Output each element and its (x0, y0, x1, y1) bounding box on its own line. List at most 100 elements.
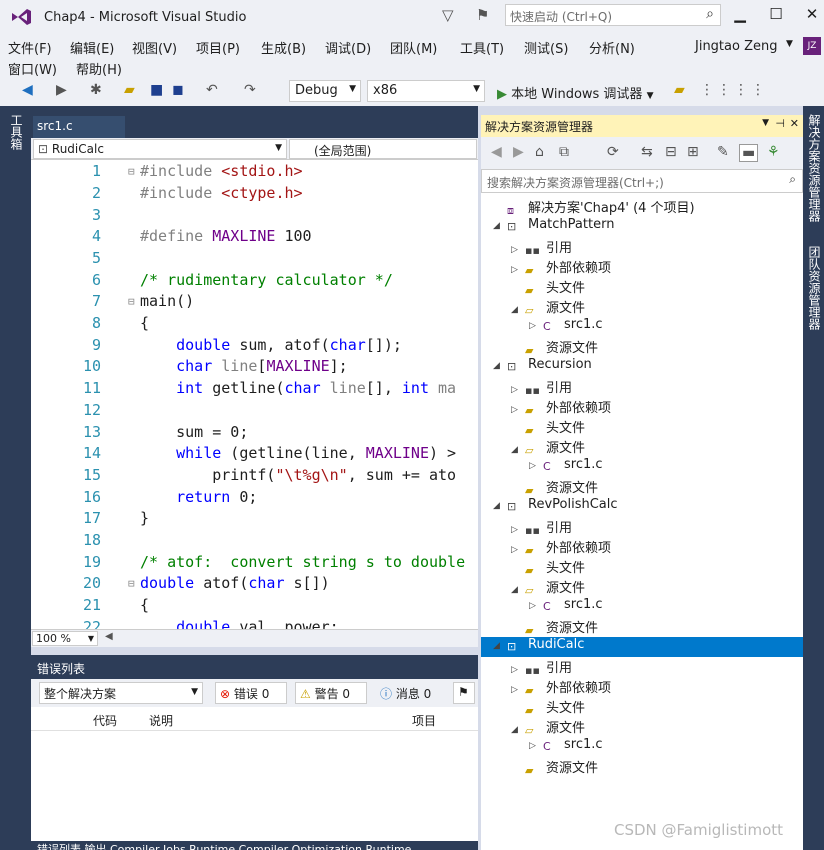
expand-icon[interactable]: ▷ (511, 665, 525, 675)
src1-c-node[interactable]: ▷ Csrc1.c (529, 317, 603, 337)
back-icon[interactable]: ◀ (491, 144, 502, 160)
warnings-filter-button[interactable]: ⚠ 警告 0 (295, 682, 367, 704)
error-scope-select[interactable]: 整个解决方案 ▼ (39, 682, 203, 704)
expand-icon[interactable]: ▷ (529, 461, 543, 471)
zoom-select[interactable]: 100 % ▼ (32, 631, 98, 646)
expand-icon[interactable]: ▷ (511, 245, 525, 255)
src1-c-node[interactable]: ▷ Csrc1.c (529, 737, 603, 757)
maximize-button[interactable]: ☐ (766, 5, 786, 23)
references-node[interactable]: ▷ ▪▪ 引用 (511, 237, 572, 257)
expand-icon[interactable]: ▷ (529, 601, 543, 611)
menu-help[interactable]: 帮助(H) (76, 59, 122, 78)
expand-icon[interactable]: ▷ (511, 525, 525, 535)
column-code[interactable]: 代码 (93, 712, 117, 729)
menu-tools[interactable]: 工具(T) (460, 38, 504, 57)
references-node[interactable]: ▷ ▪▪ 引用 (511, 657, 572, 677)
minimize-button[interactable]: ▁ (730, 5, 750, 23)
save-icon[interactable]: ■ (150, 82, 163, 98)
source-files-node[interactable]: ◢ ▱ 源文件 (511, 717, 585, 737)
chevron-down-icon[interactable]: ▼ (762, 118, 769, 128)
collapse-icon[interactable]: ◢ (511, 305, 525, 315)
save-all-icon[interactable]: ◼ (172, 82, 184, 98)
pending-changes-icon[interactable]: ⟳ (607, 144, 619, 160)
solution-configuration-select[interactable]: Debug ▼ (289, 80, 361, 102)
expand-icon[interactable]: ▷ (511, 265, 525, 275)
close-button[interactable]: ✕ (802, 5, 822, 23)
start-debugging-button[interactable]: ▶ 本地 Windows 调试器 ▼ (497, 83, 654, 102)
menu-file[interactable]: 文件(F) (8, 38, 52, 57)
references-node[interactable]: ▷ ▪▪ 引用 (511, 517, 572, 537)
external-dependencies-node[interactable]: ▷ ▰ 外部依赖项 (511, 677, 611, 697)
bottom-tabs[interactable]: 错误列表 输出 Compiler Jobs Runtime Compiler O… (37, 841, 411, 850)
open-file-icon[interactable]: ▰ (124, 82, 135, 98)
chevron-down-icon[interactable]: ▼ (786, 39, 793, 49)
collapse-icon[interactable]: ◢ (511, 445, 525, 455)
menu-edit[interactable]: 编辑(E) (70, 38, 114, 57)
collapse-icon[interactable]: ◢ (493, 221, 507, 231)
team-explorer-tab[interactable]: 团队资源管理器 (806, 246, 823, 330)
expand-icon[interactable]: ▷ (511, 385, 525, 395)
collapse-icon[interactable]: ⊟ (128, 165, 135, 178)
collapse-icon[interactable]: ◢ (493, 641, 507, 651)
avatar[interactable]: JZ (803, 37, 821, 55)
show-all-files-icon[interactable]: ⊞ (687, 144, 699, 160)
toolbox-strip[interactable]: 工具箱 (0, 106, 31, 850)
expand-icon[interactable]: ▷ (529, 741, 543, 751)
home-icon[interactable]: ⌂ (535, 144, 544, 160)
code-editor[interactable]: 1 2 3 4 5 6 7 8 9 10 11 12 13 14 15 16 1… (31, 160, 478, 629)
preview-icon[interactable]: ▬ (739, 144, 759, 162)
toolbox-tab[interactable]: 工具箱 (8, 114, 25, 150)
sync-icon[interactable]: ⇆ (641, 144, 653, 160)
source-files-node[interactable]: ◢ ▱ 源文件 (511, 577, 585, 597)
expand-icon[interactable]: ▷ (511, 405, 525, 415)
project-scope-select[interactable]: ⊡ RudiCalc ▼ (33, 139, 287, 159)
expand-icon[interactable]: ▷ (511, 545, 525, 555)
forward-icon[interactable]: ▶ (56, 82, 67, 98)
scroll-left-icon[interactable]: ◀ (105, 631, 113, 642)
messages-filter-button[interactable]: ⓘ 消息 0 (375, 682, 447, 704)
header-files-node[interactable]: ▰ 头文件 (511, 277, 585, 297)
resource-files-node[interactable]: ▰ 资源文件 (511, 337, 598, 357)
external-dependencies-node[interactable]: ▷ ▰ 外部依赖项 (511, 397, 611, 417)
filter-icon[interactable]: ▽ (442, 6, 454, 24)
resource-files-node[interactable]: ▰ 资源文件 (511, 617, 598, 637)
collapse-icon[interactable]: ◢ (511, 725, 525, 735)
menu-analyze[interactable]: 分析(N) (589, 38, 635, 57)
source-files-node[interactable]: ◢ ▱ 源文件 (511, 437, 585, 457)
external-dependencies-node[interactable]: ▷ ▰ 外部依赖项 (511, 257, 611, 277)
menu-window[interactable]: 窗口(W) (8, 59, 57, 78)
column-description[interactable]: 说明 (149, 712, 173, 729)
collapse-icon[interactable]: ◢ (493, 501, 507, 511)
solution-platform-select[interactable]: x86 ▼ (367, 80, 485, 102)
expand-icon[interactable]: ▷ (511, 685, 525, 695)
collapse-icon[interactable]: ⊟ (128, 577, 135, 590)
header-files-node[interactable]: ▰ 头文件 (511, 557, 585, 577)
global-scope-select[interactable]: (全局范围) (289, 139, 477, 159)
menu-debug[interactable]: 调试(D) (325, 38, 371, 57)
menu-test[interactable]: 测试(S) (524, 38, 568, 57)
quick-launch-input[interactable]: 快速启动 (Ctrl+Q) ⌕ (505, 4, 721, 26)
undo-icon[interactable]: ↶ (206, 82, 218, 98)
build-filter-icon[interactable]: ⚑ (453, 682, 475, 704)
collapse-icon[interactable]: ◢ (493, 361, 507, 371)
user-name[interactable]: Jingtao Zeng (695, 39, 777, 54)
collapse-all-icon[interactable]: ⊟ (665, 144, 677, 160)
project-node[interactable]: ◢ ⊡ RevPolishCalc (493, 497, 618, 517)
project-node[interactable]: ◢ ⊡ Recursion (493, 357, 592, 377)
collapse-icon[interactable]: ⊟ (128, 295, 135, 308)
solution-node[interactable]: ⧈ 解决方案'Chap4' (4 个项目) (493, 197, 695, 217)
switch-views-icon[interactable]: ⧉ (559, 144, 569, 160)
forward-icon[interactable]: ▶ (513, 144, 524, 160)
tab-src1-c[interactable]: src1.c (33, 116, 125, 138)
properties-icon[interactable]: ✎ (717, 144, 729, 160)
class-view-icon[interactable]: ⚘ (767, 144, 780, 160)
pin-icon[interactable]: ⊣ (775, 117, 785, 130)
resource-files-node[interactable]: ▰ 资源文件 (511, 477, 598, 497)
menu-team[interactable]: 团队(M) (390, 38, 437, 57)
find-in-files-icon[interactable]: ▰ (674, 82, 685, 98)
src1-c-node[interactable]: ▷ Csrc1.c (529, 457, 603, 477)
collapse-icon[interactable]: ◢ (511, 585, 525, 595)
source-files-node[interactable]: ◢ ▱ 源文件 (511, 297, 585, 317)
menu-project[interactable]: 项目(P) (196, 38, 240, 57)
menu-build[interactable]: 生成(B) (261, 38, 306, 57)
